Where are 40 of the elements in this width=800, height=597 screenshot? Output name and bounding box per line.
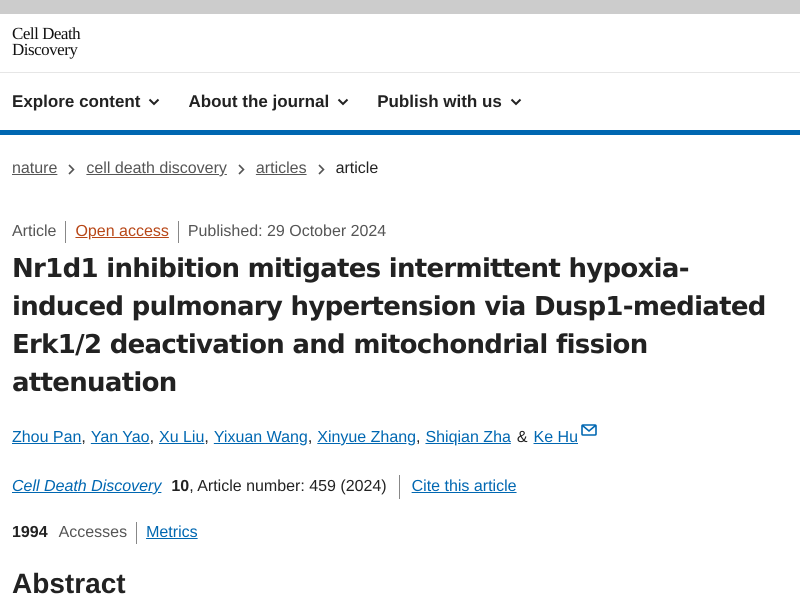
chevron-right-icon	[238, 164, 245, 174]
author-link[interactable]: Yan Yao	[90, 426, 150, 450]
chevron-down-icon	[337, 98, 350, 106]
article-type: Article	[12, 222, 56, 242]
access-label: Accesses	[58, 523, 128, 543]
author-separator: ,	[416, 428, 420, 448]
article-title: Nr1d1 inhibition mitigates intermittent hypoxia-induced pulmonary hypertension via Dusp1-mediated Erk1/2 deactivation and mitochondrial fission attenuation	[11, 253, 767, 400]
author-link[interactable]: Shiqian Zha	[425, 426, 511, 450]
author-link[interactable]: Yixuan Wang	[214, 426, 308, 450]
article-number: , Article number: 459 (2024)	[189, 477, 387, 497]
author-link[interactable]: Ke Hu	[534, 426, 578, 450]
author-separator: ,	[81, 428, 86, 448]
breadcrumb-link[interactable]: articles	[256, 157, 307, 181]
metrics-link[interactable]: Metrics	[146, 521, 198, 545]
author-link[interactable]: Xinyue Zhang	[317, 426, 416, 450]
published-date: Published: 29 October 2024	[188, 222, 386, 242]
breadcrumb-link[interactable]: cell death discovery	[86, 157, 227, 181]
author-separator: ,	[308, 428, 312, 448]
chevron-right-icon	[68, 164, 76, 174]
section-heading: Abstract	[11, 567, 127, 597]
chevron-right-icon	[318, 164, 325, 174]
author-link[interactable]: Xu Liu	[159, 426, 204, 450]
nav-menu-button[interactable]: Publish with us	[377, 88, 522, 114]
cite-link[interactable]: Cite this article	[412, 475, 517, 499]
journal-logo[interactable]: Cell Death Discovery	[0, 14, 800, 72]
open-access-link[interactable]: Open access	[75, 220, 169, 244]
mail-icon[interactable]	[581, 424, 597, 436]
author-separator: &	[516, 428, 528, 448]
breadcrumb-link[interactable]: nature	[12, 157, 58, 181]
chevron-down-icon	[148, 98, 160, 106]
author-separator: ,	[204, 428, 209, 448]
access-count: 1994	[12, 523, 48, 543]
nav-menu-button[interactable]: Explore content	[12, 88, 160, 114]
volume-number: 10	[171, 477, 190, 497]
author-link[interactable]: Zhou Pan	[12, 426, 82, 450]
breadcrumb-current: article	[336, 159, 378, 179]
nav-menu-button[interactable]: About the journal	[188, 88, 350, 114]
journal-link[interactable]: Cell Death Discovery	[12, 475, 162, 499]
chevron-down-icon	[510, 98, 522, 106]
author-separator: ,	[150, 428, 154, 448]
